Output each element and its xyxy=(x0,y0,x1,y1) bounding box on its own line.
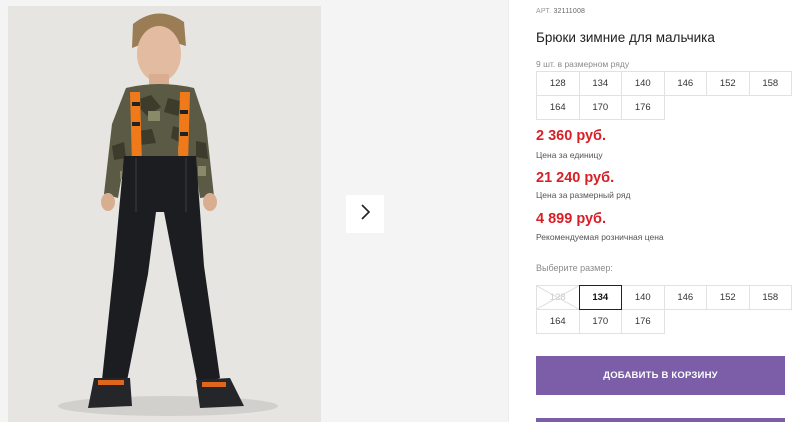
unit-price-label: Цена за единицу xyxy=(536,150,603,160)
size-option[interactable]: 170 xyxy=(578,309,622,334)
pack-size-cell: 134 xyxy=(578,71,622,96)
size-picker-label: Выберите размер: xyxy=(536,263,613,273)
size-option[interactable]: 158 xyxy=(748,285,792,310)
product-photo[interactable] xyxy=(8,6,321,422)
size-option[interactable]: 176 xyxy=(621,309,665,334)
sku-label: АРТ. xyxy=(536,8,552,15)
secondary-button[interactable] xyxy=(536,418,785,422)
size-option[interactable]: 146 xyxy=(663,285,707,310)
pack-size-cell: 152 xyxy=(706,71,750,96)
unavailable-cross-icon xyxy=(537,286,579,309)
sku-number: 32111008 xyxy=(553,8,586,15)
pack-size-cell: 164 xyxy=(536,95,580,120)
sku: АРТ. 32111008 xyxy=(536,8,585,15)
pack-price-label: Цена за размерный ряд xyxy=(536,190,631,200)
pack-size-cell: 140 xyxy=(621,71,665,96)
pack-price: 21 240 руб. xyxy=(536,170,615,186)
product-title: Брюки зимние для мальчика xyxy=(536,30,715,45)
product-gallery xyxy=(0,0,508,422)
pack-size-grid: 128 134 140 146 152 158 164 170 176 xyxy=(536,71,792,120)
column-divider xyxy=(508,0,509,422)
unit-price: 2 360 руб. xyxy=(536,128,607,144)
retail-price: 4 899 руб. xyxy=(536,211,607,227)
size-option-unavailable: 128 xyxy=(536,285,580,310)
size-picker: 128 134 140 146 152 158 164 170 176 xyxy=(536,285,792,334)
add-to-cart-button[interactable]: ДОБАВИТЬ В КОРЗИНУ xyxy=(536,356,785,395)
retail-price-label: Рекомендуемая розничная цена xyxy=(536,232,664,242)
size-option[interactable]: 152 xyxy=(706,285,750,310)
pack-size-cell: 170 xyxy=(578,95,622,120)
next-image-button[interactable] xyxy=(346,195,384,233)
size-option-selected[interactable]: 134 xyxy=(578,285,622,310)
pack-size-cell: 128 xyxy=(536,71,580,96)
pack-size-cell: 146 xyxy=(663,71,707,96)
size-option[interactable]: 164 xyxy=(536,309,580,334)
pack-size-cell: 158 xyxy=(748,71,792,96)
size-option[interactable]: 140 xyxy=(621,285,665,310)
chevron-right-icon xyxy=(360,203,371,225)
pack-note: 9 шт. в размерном ряду xyxy=(536,59,630,69)
pack-size-cell: 176 xyxy=(621,95,665,120)
